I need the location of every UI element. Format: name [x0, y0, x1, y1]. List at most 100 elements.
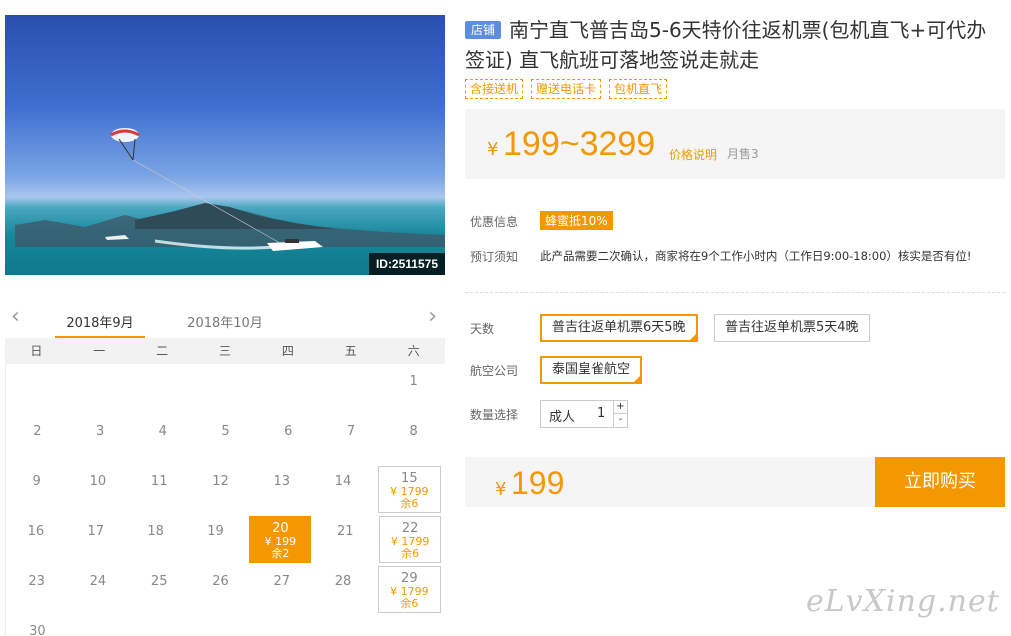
divider — [465, 292, 1005, 293]
airline-option: 航空公司 泰国皇雀航空 — [465, 356, 1005, 384]
chevron-left-icon[interactable]: ‹ — [11, 306, 20, 328]
quantity-value[interactable]: 1 — [597, 406, 605, 421]
calendar-day-number: 13 — [273, 474, 291, 489]
weekday-sun: 日 — [30, 344, 43, 358]
calendar-day[interactable]: 15 ¥ 1799 余6 — [377, 466, 441, 513]
calendar-day-number: 21 — [336, 524, 354, 539]
calendar-week-row: 30 — [6, 614, 445, 636]
day-option-5d4n[interactable]: 普吉往返单机票5天4晚 — [714, 314, 870, 342]
calendar-day-number: 30 — [29, 624, 46, 636]
calendar-week-row: 2 3 4 5 6 7 8 — [6, 414, 445, 464]
tag-sim-card: 赠送电话卡 — [531, 79, 602, 99]
calendar-week-row: 1 — [6, 364, 445, 414]
calendar-day: 11 — [129, 464, 190, 514]
plus-icon[interactable]: + — [613, 401, 627, 414]
calendar-day: 14 — [312, 464, 373, 514]
buy-bar: ¥ 199 立即购买 — [465, 457, 1005, 507]
calendar-day-number: 25 — [150, 574, 168, 589]
tab-month-sep[interactable]: 2018年9月 — [55, 312, 145, 339]
calendar-day: 26 — [190, 564, 251, 614]
buy-now-button[interactable]: 立即购买 — [875, 457, 1005, 507]
quantity-stepper: 成人 1 + - — [540, 400, 628, 428]
calendar-day-number: 22 — [401, 521, 419, 536]
calendar-day: 19 — [186, 514, 246, 564]
price-box: ¥ 199~3299 价格说明 月售3 — [465, 109, 1005, 179]
calendar-day-number: 1 — [409, 374, 418, 389]
calendar-day-number: 16 — [27, 524, 45, 539]
calendar-week-row: 23 24 25 26 27 28 29 ¥ 1799 余6 — [6, 564, 445, 614]
chevron-right-icon[interactable]: › — [428, 306, 437, 328]
calendar-day-empty — [257, 364, 320, 414]
calendar-day-empty — [6, 364, 69, 414]
calendar-day: 12 — [190, 464, 251, 514]
calendar-week-row: 16 17 18 19 20 ¥ 199 余2 21 22 ¥ 1799 余6 — [6, 514, 445, 564]
shop-badge[interactable]: 店铺 — [465, 21, 502, 39]
weekday-thu: 四 — [281, 344, 294, 358]
calendar-day-number: 26 — [212, 574, 229, 589]
calendar-day: 6 — [257, 414, 320, 464]
calendar-day-number: 28 — [334, 574, 352, 589]
price-explain-link[interactable]: 价格说明 — [669, 146, 717, 163]
calendar-day-number: 6 — [284, 424, 293, 439]
calendar-day-number: 29 — [401, 571, 418, 586]
tab-month-oct[interactable]: 2018年10月 — [180, 312, 270, 331]
product-title-row: 店铺 南宁直飞普吉岛5-6天特价往返机票(包机直飞+可代办签证) 直飞航班可落地签… — [465, 15, 1005, 75]
days-label: 天数 — [470, 322, 495, 336]
quantity-type: 成人 — [549, 410, 576, 425]
calendar-day-empty — [257, 614, 320, 636]
airline-thai-smile[interactable]: 泰国皇雀航空 — [540, 356, 643, 384]
weekday-tue: 二 — [156, 344, 169, 358]
weekday-mon: 一 — [93, 344, 106, 358]
calendar-day: 17 — [66, 514, 126, 564]
calendar-day-number: 18 — [147, 524, 164, 539]
calendar-day-number: 8 — [409, 424, 418, 439]
tag-charter-flight: 包机直飞 — [609, 79, 668, 99]
calendar-day-empty — [69, 364, 132, 414]
calendar-day-number: 24 — [89, 574, 107, 589]
calendar-day-stock: 余6 — [401, 547, 420, 560]
minus-icon[interactable]: - — [613, 414, 627, 427]
calendar-day-number: 15 — [401, 471, 418, 486]
calendar-grid: 1 2 3 4 5 6 7 8 9 10 11 12 13 14 15 ¥ 1799 余6 16 17 18 19 20 ¥… — [5, 364, 445, 636]
photo-id-label: ID:2511575 — [368, 253, 445, 275]
promo-badge: 蜂蜜抵10% — [540, 211, 613, 230]
calendar-day: 23 — [6, 564, 67, 614]
weekday-wed: 三 — [219, 344, 232, 358]
calendar-day: 24 — [67, 564, 128, 614]
calendar-day: 30 — [6, 614, 69, 636]
calendar-day-number: 27 — [273, 574, 291, 589]
tag-airport-transfer: 含接送机 — [465, 79, 524, 99]
calendar-day: 25 — [129, 564, 190, 614]
price-range: 199~3299 — [503, 125, 656, 163]
calendar-day[interactable]: 29 ¥ 1799 余6 — [377, 566, 441, 613]
notice-text: 此产品需要二次确认，商家将在9个工作小时内（工作日9:00-18:00）核实是否… — [540, 249, 972, 263]
calendar-day: 28 — [312, 564, 373, 614]
days-option: 天数 普吉往返单机票6天5晚 普吉往返单机票5天4晚 — [465, 314, 1005, 342]
calendar-day: 21 — [315, 514, 375, 564]
quantity-option: 数量选择 成人 1 + - — [465, 400, 1005, 428]
product-title: 南宁直飞普吉岛5-6天特价往返机票(包机直飞+可代办签证) 直飞航班可落地签说走… — [465, 18, 987, 72]
calendar-day: 7 — [320, 414, 383, 464]
calendar-week-row: 9 10 11 12 13 14 15 ¥ 1799 余6 — [6, 464, 445, 514]
calendar-day[interactable]: 20 ¥ 199 余2 — [249, 516, 312, 563]
calendar-day-number: 19 — [207, 524, 224, 539]
product-tags: 含接送机 赠送电话卡 包机直飞 — [465, 79, 1005, 99]
day-option-6d5n[interactable]: 普吉往返单机票6天5晚 — [540, 314, 698, 342]
beach-scene — [15, 128, 445, 251]
calendar-day-number: 14 — [334, 474, 352, 489]
calendar-day-number: 12 — [212, 474, 229, 489]
calendar-nav: ‹ 2018年9月 2018年10月 › — [5, 300, 445, 339]
calendar-day: 10 — [67, 464, 128, 514]
calendar-day-empty — [131, 614, 194, 636]
calendar-day: 8 — [382, 414, 445, 464]
calendar-day: 5 — [194, 414, 257, 464]
product-info: 店铺 南宁直飞普吉岛5-6天特价往返机票(包机直飞+可代办签证) 直飞航班可落地签… — [465, 15, 1005, 271]
calendar-day: 16 — [6, 514, 66, 564]
calendar-day-number: 4 — [158, 424, 167, 439]
calendar-day[interactable]: 22 ¥ 1799 余6 — [379, 516, 442, 563]
calendar: ‹ 2018年9月 2018年10月 › 日 一 二 三 四 五 六 12345… — [5, 300, 445, 636]
calendar-day-stock: 余6 — [400, 497, 419, 510]
airline-label: 航空公司 — [470, 364, 519, 378]
calendar-day-empty — [320, 614, 383, 636]
info-section: 优惠信息 蜂蜜抵10% 预订须知 此产品需要二次确认，商家将在9个工作小时内（工… — [465, 207, 1005, 271]
